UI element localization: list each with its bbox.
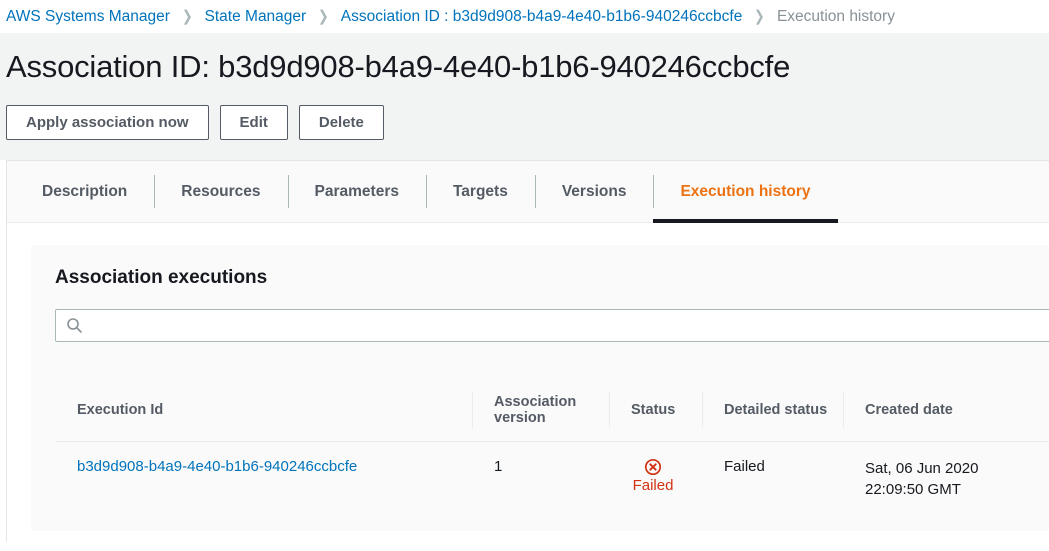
card-wrapper: Association executions Execution Id Asso… [7, 223, 1049, 531]
association-executions-table: Execution Id Association version Status … [55, 379, 1049, 516]
execution-id-link[interactable]: b3d9d908-b4a9-4e40-b1b6-940246ccbcfe [77, 458, 357, 475]
apply-association-now-button[interactable]: Apply association now [6, 105, 209, 140]
cell-detailed-status: Failed [702, 441, 843, 516]
column-header-created-date[interactable]: Created date [843, 379, 1049, 442]
search-icon [66, 317, 83, 334]
breadcrumb-item-execution-history: Execution history [776, 7, 895, 25]
breadcrumb-item-aws-systems-manager[interactable]: AWS Systems Manager [6, 8, 170, 26]
tab-label: Parameters [314, 182, 399, 200]
page-title: Association ID: b3d9d908-b4a9-4e40-b1b6-… [6, 49, 791, 84]
cell-created-date: Sat, 06 Jun 2020 22:09:50 GMT [843, 441, 1049, 516]
tab-resources[interactable]: Resources [154, 161, 287, 222]
tab-targets[interactable]: Targets [425, 161, 535, 222]
search-input[interactable] [89, 310, 1040, 341]
content-panel: Description Resources Parameters Targets… [6, 160, 1049, 542]
tab-bar: Description Resources Parameters Targets… [7, 161, 1049, 223]
created-date-line-1: Sat, 06 Jun 2020 [865, 459, 979, 477]
cell-execution-id: b3d9d908-b4a9-4e40-b1b6-940246ccbcfe [55, 441, 472, 516]
association-executions-card: Association executions Execution Id Asso… [31, 245, 1049, 531]
breadcrumb-item-association-id[interactable]: Association ID : b3d9d908-b4a9-4e40-b1b6… [341, 8, 743, 26]
table-row[interactable]: b3d9d908-b4a9-4e40-b1b6-940246ccbcfe 1 F… [55, 441, 1049, 516]
table-header-row: Execution Id Association version Status … [55, 379, 1049, 442]
search-box[interactable] [55, 309, 1049, 342]
tab-label: Execution history [680, 182, 811, 200]
breadcrumb-separator-icon: ❯ [181, 8, 193, 25]
tab-label: Targets [452, 182, 508, 200]
error-circle-icon [644, 458, 662, 476]
card-title: Association executions [55, 267, 268, 288]
status-badge: Failed [631, 458, 675, 495]
column-header-status[interactable]: Status [609, 379, 702, 442]
breadcrumb: AWS Systems Manager ❯ State Manager ❯ As… [0, 0, 1049, 33]
tab-description[interactable]: Description [15, 161, 154, 222]
page-actions: Apply association now Edit Delete [0, 89, 1049, 160]
delete-button[interactable]: Delete [298, 105, 384, 140]
status-label: Failed [632, 476, 674, 494]
tab-label: Description [42, 182, 128, 200]
cell-status: Failed [609, 441, 702, 516]
breadcrumb-separator-icon: ❯ [318, 8, 329, 25]
tab-label: Resources [181, 182, 261, 200]
created-date-line-2: 22:09:50 GMT [865, 480, 961, 498]
cell-association-version: 1 [472, 441, 609, 516]
table-body: b3d9d908-b4a9-4e40-b1b6-940246ccbcfe 1 F… [55, 441, 1049, 516]
tab-execution-history[interactable]: Execution history [653, 161, 838, 223]
column-header-association-version[interactable]: Association version [472, 379, 609, 442]
page-header: Association ID: b3d9d908-b4a9-4e40-b1b6-… [0, 33, 1049, 160]
column-header-detailed-status[interactable]: Detailed status [702, 379, 843, 442]
breadcrumb-separator-icon: ❯ [754, 8, 765, 25]
table-head: Execution Id Association version Status … [55, 379, 1049, 442]
column-header-execution-id[interactable]: Execution Id [55, 379, 472, 442]
edit-button[interactable]: Edit [219, 105, 288, 140]
breadcrumb-item-state-manager[interactable]: State Manager [205, 8, 307, 26]
tab-parameters[interactable]: Parameters [287, 161, 426, 222]
tab-label: Versions [561, 182, 627, 200]
tab-versions[interactable]: Versions [534, 161, 654, 222]
